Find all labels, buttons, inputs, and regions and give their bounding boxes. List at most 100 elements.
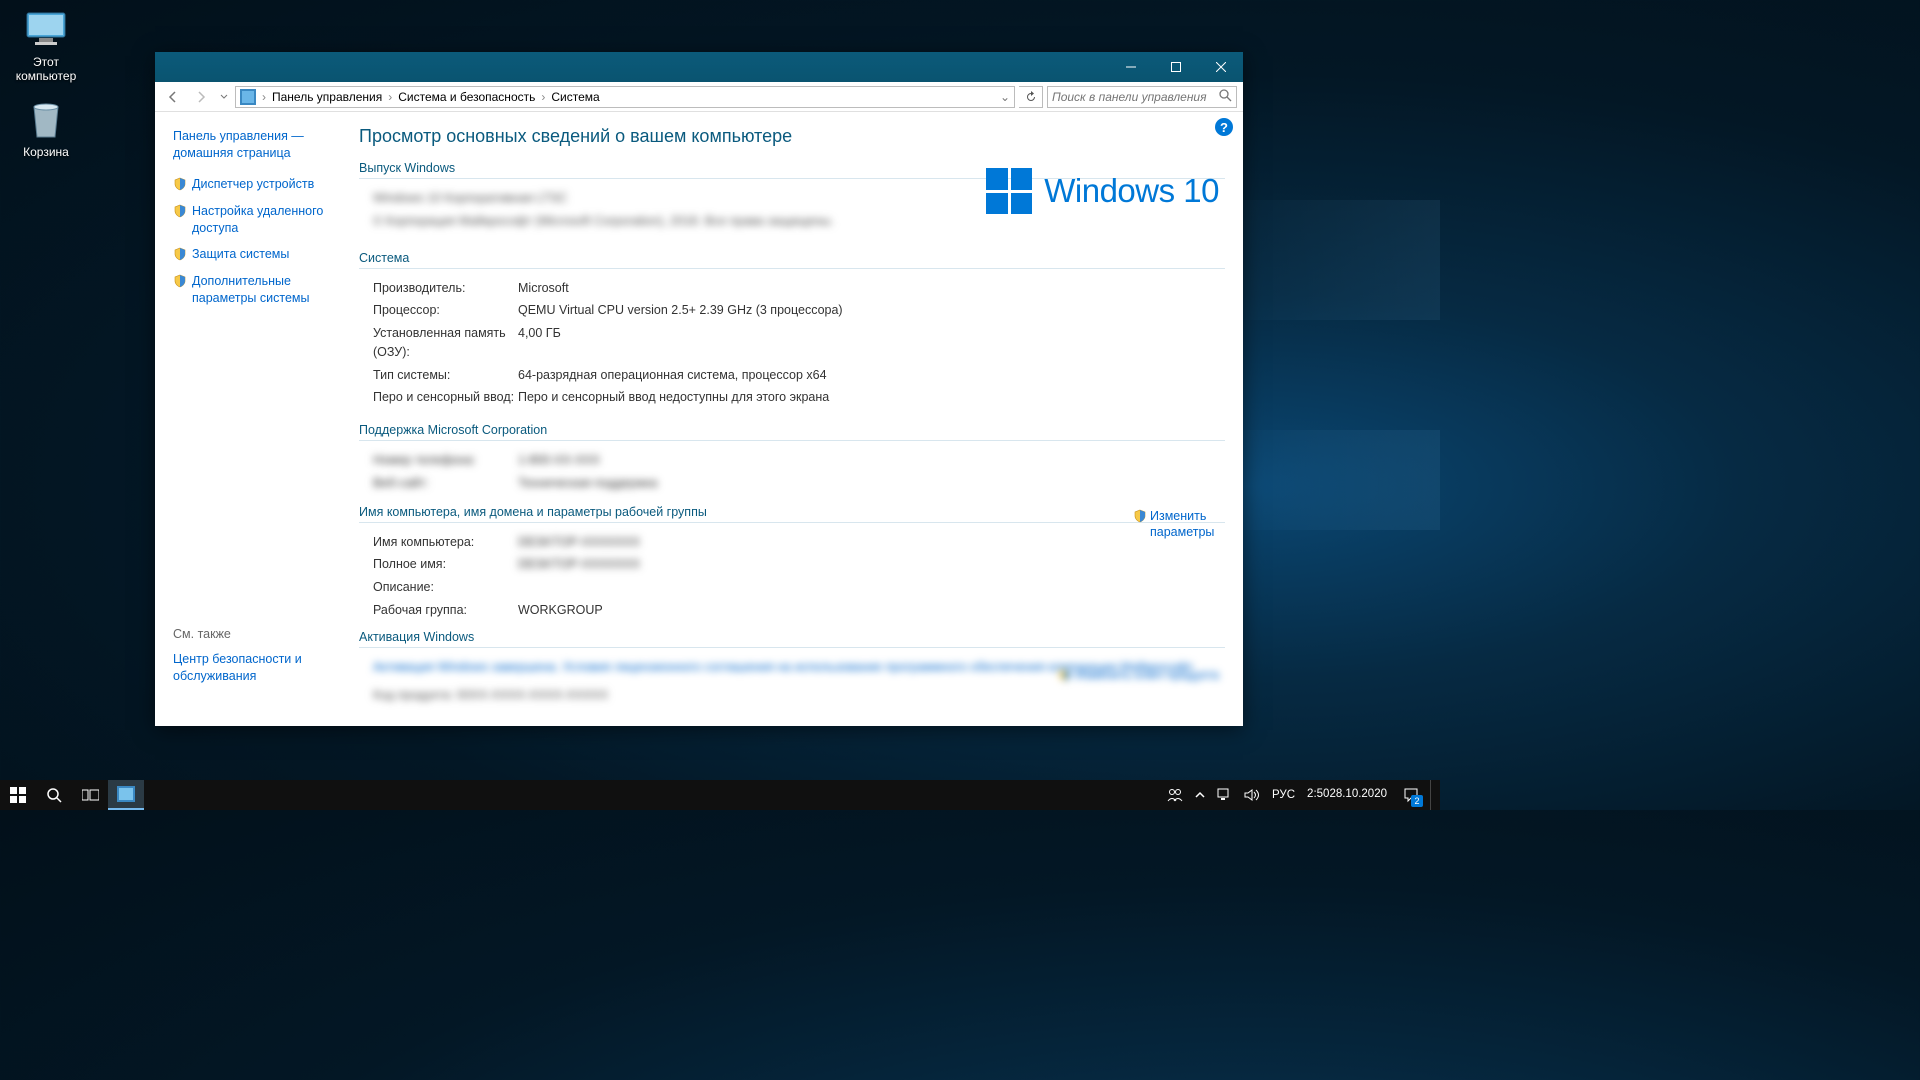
nav-back-button[interactable] <box>161 85 185 109</box>
search-icon <box>1219 89 1232 105</box>
side-link-label: Дополнительные параметры системы <box>192 273 335 307</box>
edition-copyright: © Корпорация Майкрософт (Microsoft Corpo… <box>373 212 834 231</box>
side-panel: Панель управления — домашняя страница Ди… <box>155 112 345 726</box>
show-desktop-button[interactable] <box>1430 780 1436 810</box>
breadcrumb-bar[interactable]: › Панель управления › Система и безопасн… <box>235 86 1015 108</box>
side-link-remote[interactable]: Настройка удаленного доступа <box>173 203 335 237</box>
change-product-key-link[interactable]: Изменить ключ продукта <box>1058 667 1219 682</box>
shield-icon <box>1133 509 1147 523</box>
side-link-label: Защита системы <box>192 246 289 263</box>
section-heading-activation: Активация Windows <box>359 630 1225 648</box>
shield-icon <box>173 177 187 191</box>
windows-flag-icon <box>986 168 1032 214</box>
label-workgroup: Рабочая группа: <box>373 601 518 620</box>
value-pen-touch: Перо и сенсорный ввод недоступны для это… <box>518 388 1225 407</box>
windows-logo-text: Windows 10 <box>1044 172 1219 210</box>
side-link-label: Настройка удаленного доступа <box>192 203 335 237</box>
refresh-button[interactable] <box>1019 86 1043 108</box>
value-system-type: 64-разрядная операционная система, проце… <box>518 366 1225 385</box>
value-ram: 4,00 ГБ <box>518 324 1225 362</box>
desktop-icon-this-pc[interactable]: Этот компьютер <box>8 5 84 83</box>
value-processor: QEMU Virtual CPU version 2.5+ 2.39 GHz (… <box>518 301 1225 320</box>
tray-clock[interactable]: 2:50 28.10.2020 <box>1302 780 1392 810</box>
desktop-icon-recycle-bin[interactable]: Корзина <box>8 95 84 159</box>
breadcrumb-item[interactable]: Панель управления <box>272 90 382 104</box>
change-settings-link[interactable]: Изменить параметры <box>1133 508 1213 541</box>
main-panel: Просмотр основных сведений о вашем компь… <box>345 112 1243 726</box>
search-box[interactable] <box>1047 86 1237 108</box>
section-heading-system: Система <box>359 251 1225 269</box>
label-support-site: Веб-сайт: <box>373 474 518 493</box>
maximize-button[interactable] <box>1153 52 1198 82</box>
monitor-icon <box>22 5 70 53</box>
system-tray: РУС 2:50 28.10.2020 2 <box>1162 780 1440 810</box>
system-properties-window: › Панель управления › Система и безопасн… <box>155 52 1243 726</box>
taskbar: РУС 2:50 28.10.2020 2 <box>0 780 1440 810</box>
shield-icon <box>173 274 187 288</box>
close-button[interactable] <box>1198 52 1243 82</box>
search-input[interactable] <box>1052 90 1219 104</box>
control-panel-home-link[interactable]: Панель управления — домашняя страница <box>173 128 335 162</box>
breadcrumb-item[interactable]: Система и безопасность <box>398 90 535 104</box>
nav-recent-button[interactable] <box>217 85 231 109</box>
label-manufacturer: Производитель: <box>373 279 518 298</box>
breadcrumb-item[interactable]: Система <box>551 90 599 104</box>
desktop-icon-label: Корзина <box>8 145 84 159</box>
chevron-right-icon: › <box>541 90 545 104</box>
label-processor: Процессор: <box>373 301 518 320</box>
nav-forward-button[interactable] <box>189 85 213 109</box>
tray-people-icon[interactable] <box>1162 780 1188 810</box>
value-workgroup: WORKGROUP <box>518 601 1225 620</box>
start-button[interactable] <box>0 780 36 810</box>
shield-icon <box>173 247 187 261</box>
tray-language[interactable]: РУС <box>1267 780 1300 810</box>
minimize-button[interactable] <box>1108 52 1153 82</box>
value-computer-name: DESKTOP-XXXXXXX <box>518 533 1225 552</box>
side-link-advanced[interactable]: Дополнительные параметры системы <box>173 273 335 307</box>
label-system-type: Тип системы: <box>373 366 518 385</box>
control-panel-icon <box>240 89 256 105</box>
chevron-right-icon: › <box>388 90 392 104</box>
chevron-down-icon[interactable]: ⌄ <box>1000 90 1010 104</box>
see-also-link[interactable]: Центр безопасности и обслуживания <box>173 651 335 685</box>
side-link-protection[interactable]: Защита системы <box>173 246 335 263</box>
notification-badge: 2 <box>1411 795 1423 807</box>
change-product-key-label: Изменить ключ продукта <box>1075 668 1219 682</box>
tray-date: 28.10.2020 <box>1329 788 1387 801</box>
value-support-site[interactable]: Техническая поддержка <box>518 474 1225 493</box>
desktop-icon-label: Этот компьютер <box>8 55 84 83</box>
window-titlebar[interactable] <box>155 52 1243 82</box>
background-beam <box>1240 200 1440 320</box>
tray-network-icon[interactable] <box>1212 780 1237 810</box>
see-also-heading: См. также <box>173 627 335 641</box>
label-full-name: Полное имя: <box>373 555 518 574</box>
address-bar: › Панель управления › Система и безопасн… <box>155 82 1243 112</box>
shield-icon <box>1058 668 1072 682</box>
tray-chevron-up-icon[interactable] <box>1190 780 1210 810</box>
tray-action-center[interactable]: 2 <box>1394 780 1428 810</box>
edition-name: Windows 10 Корпоративная LTSC <box>373 189 568 208</box>
background-beam <box>1240 430 1440 530</box>
value-manufacturer: Microsoft <box>518 279 1225 298</box>
label-pen-touch: Перо и сенсорный ввод: <box>373 388 518 407</box>
taskbar-search-button[interactable] <box>36 780 72 810</box>
value-full-name: DESKTOP-XXXXXXX <box>518 555 1225 574</box>
windows-logo: Windows 10 <box>986 168 1219 214</box>
label-computer-name: Имя компьютера: <box>373 533 518 552</box>
product-key: Код продукта: 00XX-XXXX-XXXX-XXXXX <box>373 686 608 705</box>
section-heading-computer-name: Имя компьютера, имя домена и параметры р… <box>359 505 1225 523</box>
section-heading-support: Поддержка Microsoft Corporation <box>359 423 1225 441</box>
label-ram: Установленная память (ОЗУ): <box>373 324 518 362</box>
value-description <box>518 578 1225 597</box>
page-title: Просмотр основных сведений о вашем компь… <box>359 126 1225 147</box>
task-view-button[interactable] <box>72 780 108 810</box>
trash-icon <box>22 95 70 143</box>
shield-icon <box>173 204 187 218</box>
taskbar-app-control-panel[interactable] <box>108 780 144 810</box>
label-support-phone: Номер телефона: <box>373 451 518 470</box>
change-settings-label: Изменить параметры <box>1150 508 1214 541</box>
side-link-label: Диспетчер устройств <box>192 176 314 193</box>
side-link-device-manager[interactable]: Диспетчер устройств <box>173 176 335 193</box>
tray-volume-icon[interactable] <box>1239 780 1265 810</box>
chevron-right-icon: › <box>262 90 266 104</box>
